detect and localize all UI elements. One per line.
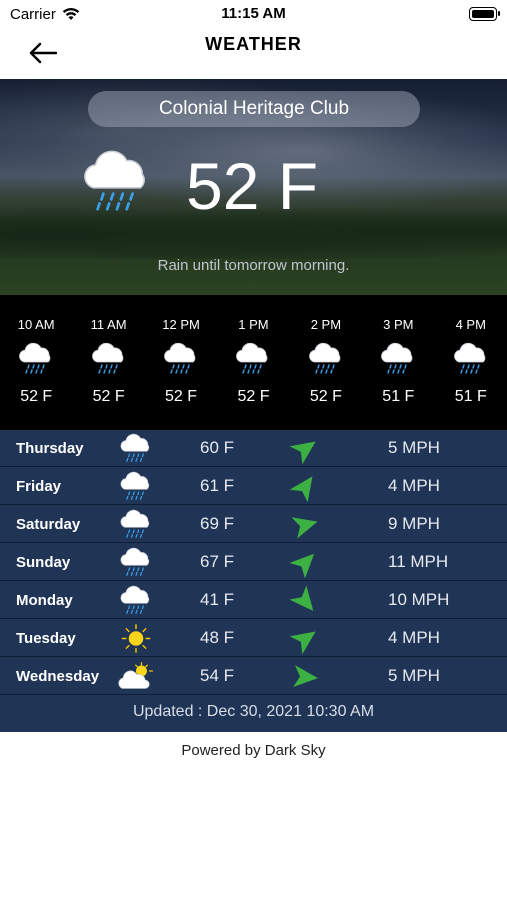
rain-cloud-icon <box>116 509 156 540</box>
day-temperature: 60 F <box>200 438 235 457</box>
day-name: Wednesday <box>16 667 100 685</box>
hourly-forecast: 10 AM 52 F 11 AM 52 F 12 PM 52 F 1 PM 52 F 2 PM 5… <box>0 295 507 430</box>
wind-direction-arrow-icon <box>290 548 320 578</box>
current-conditions: Colonial Heritage Club 52 F Rain until t… <box>0 79 507 295</box>
rain-cloud-icon <box>116 547 156 578</box>
rain-cloud-icon <box>161 342 201 376</box>
hour-temperature: 52 F <box>165 388 198 405</box>
hour-time: 1 PM <box>238 317 269 332</box>
day-name: Sunday <box>16 553 71 571</box>
hour-time: 4 PM <box>455 317 486 332</box>
rain-cloud-icon <box>233 342 273 376</box>
sun-icon <box>116 623 156 654</box>
daily-row: Friday 61 F 4 MPH <box>0 468 507 505</box>
powered-by-label: Powered by Dark Sky <box>181 742 326 759</box>
weather-summary: Rain until tomorrow morning. <box>157 257 350 274</box>
hour-time: 11 AM <box>90 317 127 332</box>
hour-time: 3 PM <box>383 317 414 332</box>
wind-direction-arrow-icon <box>290 662 320 692</box>
hourly-item: 12 PM 52 F <box>145 295 217 430</box>
hour-temperature: 51 F <box>454 388 487 405</box>
hourly-item: 11 AM 52 F <box>73 295 145 430</box>
location-pill[interactable]: Colonial Heritage Club <box>88 91 420 127</box>
hourly-item: 10 AM 52 F <box>0 295 72 430</box>
day-temperature: 61 F <box>200 476 235 495</box>
hour-temperature: 51 F <box>382 388 415 405</box>
day-temperature: 67 F <box>200 552 235 571</box>
wind-speed: 4 MPH <box>388 476 440 495</box>
hour-temperature: 52 F <box>309 388 342 405</box>
day-name: Saturday <box>16 515 81 533</box>
hour-temperature: 52 F <box>237 388 270 405</box>
hourly-item: 3 PM 51 F <box>362 295 434 430</box>
wind-direction-arrow-icon <box>290 510 320 540</box>
daily-row: Tuesday 48 F 4 MPH <box>0 620 507 657</box>
hourly-item: 2 PM 52 F <box>290 295 362 430</box>
day-name: Tuesday <box>16 629 76 647</box>
day-temperature: 54 F <box>200 666 235 685</box>
daily-forecast: Updated : Dec 30, 2021 10:30 AM Thursday… <box>0 430 507 732</box>
wind-direction-arrow-icon <box>290 586 320 616</box>
wind-speed: 11 MPH <box>388 552 449 571</box>
wind-speed: 5 MPH <box>388 666 440 685</box>
rain-cloud-icon <box>89 342 129 376</box>
wind-direction-arrow-icon <box>290 434 320 464</box>
wind-direction-arrow-icon <box>290 472 320 502</box>
hourly-item: 1 PM 52 F <box>217 295 289 430</box>
day-temperature: 69 F <box>200 514 235 533</box>
updated-timestamp: Updated : Dec 30, 2021 10:30 AM <box>132 703 375 720</box>
page-title: WEATHER <box>205 34 302 54</box>
hour-time: 12 PM <box>162 317 200 332</box>
rain-cloud-icon <box>16 342 56 376</box>
rain-cloud-icon <box>116 471 156 502</box>
day-name: Thursday <box>16 439 84 457</box>
wind-speed: 10 MPH <box>388 590 450 609</box>
rain-cloud-icon <box>378 342 418 376</box>
hour-time: 2 PM <box>310 317 342 332</box>
day-name: Friday <box>16 477 62 495</box>
partly-cloudy-icon <box>116 661 156 692</box>
current-temperature: 52 F <box>186 149 319 223</box>
hour-temperature: 52 F <box>92 388 125 405</box>
wind-speed: 4 MPH <box>388 628 440 647</box>
day-temperature: 41 F <box>200 590 235 609</box>
wind-speed: 9 MPH <box>388 514 440 533</box>
navigation-bar: WEATHER <box>0 28 507 78</box>
rain-cloud-icon <box>116 585 156 616</box>
day-name: Monday <box>16 591 73 609</box>
status-time: 11:15 AM <box>221 5 286 22</box>
daily-row: Sunday 67 F 11 MPH <box>0 544 507 581</box>
rain-cloud-icon <box>306 342 346 376</box>
day-temperature: 48 F <box>200 628 235 647</box>
daily-row: Thursday 60 F 5 MPH <box>0 430 507 467</box>
daily-row: Monday 41 F 10 MPH <box>0 582 507 619</box>
rain-cloud-icon <box>116 433 156 464</box>
daily-row: Wednesday 54 F 5 MPH <box>0 658 507 695</box>
rain-cloud-icon <box>76 149 158 215</box>
hour-temperature: 52 F <box>20 388 53 405</box>
wind-direction-arrow-icon <box>290 624 320 654</box>
hourly-item: 4 PM 51 F <box>435 295 507 430</box>
rain-cloud-icon <box>451 342 491 376</box>
wind-speed: 5 MPH <box>388 438 440 457</box>
hour-time: 10 AM <box>17 317 55 332</box>
daily-row: Saturday 69 F 9 MPH <box>0 506 507 543</box>
